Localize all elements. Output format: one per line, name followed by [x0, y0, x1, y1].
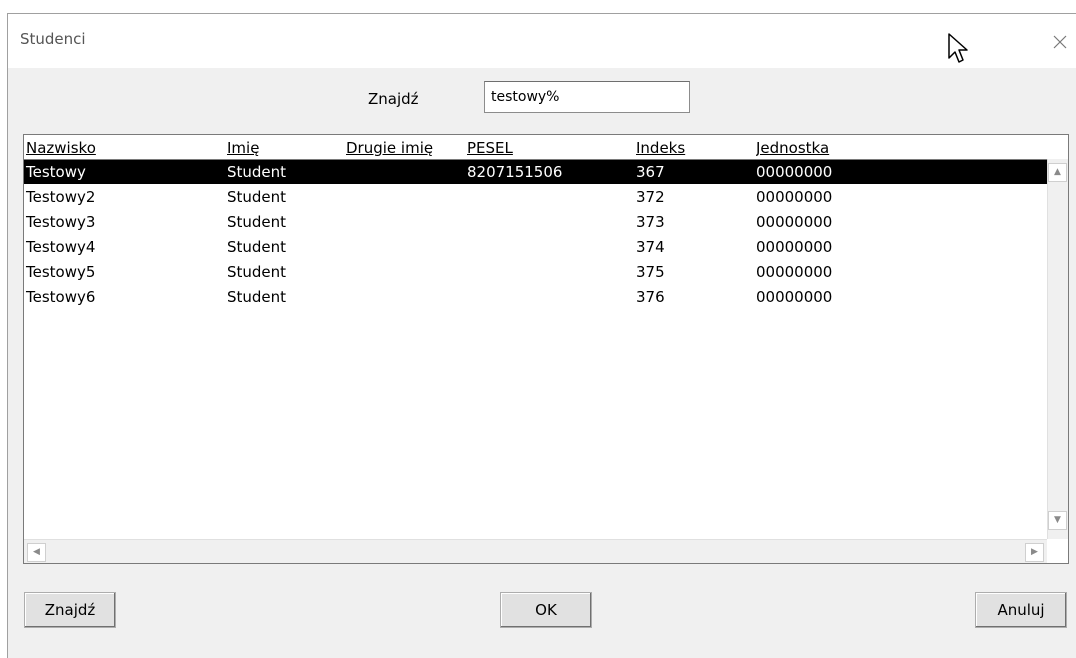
scroll-up-button[interactable]: ▲: [1048, 163, 1067, 182]
column-header-pesel[interactable]: PESEL: [467, 139, 627, 157]
table-row[interactable]: Testowy6 Student 376 00000000: [24, 285, 1047, 309]
first-name-cell: Student: [227, 213, 287, 231]
scroll-left-button[interactable]: ◀: [27, 543, 46, 562]
search-input[interactable]: [484, 81, 690, 113]
students-dialog: Studenci Znajdź Nazwisko Imię Drugie imi…: [8, 14, 1076, 658]
column-header-first-name[interactable]: Imię: [227, 139, 337, 157]
unit-cell: 00000000: [756, 238, 833, 256]
vertical-scrollbar[interactable]: ▲ ▼: [1047, 159, 1068, 539]
first-name-cell: Student: [227, 288, 287, 306]
table-row[interactable]: Testowy3 Student 373 00000000: [24, 210, 1047, 234]
pesel-cell: 8207151506: [467, 163, 563, 181]
close-icon: [1053, 35, 1067, 49]
index-cell: 375: [636, 263, 665, 281]
list-header: Nazwisko Imię Drugie imię PESEL Indeks J…: [24, 135, 1068, 160]
index-cell: 372: [636, 188, 665, 206]
index-cell: 376: [636, 288, 665, 306]
surname-cell: Testowy6: [26, 288, 96, 306]
scroll-right-button[interactable]: ▶: [1025, 543, 1044, 562]
unit-cell: 00000000: [756, 213, 833, 231]
unit-cell: 00000000: [756, 188, 833, 206]
window-title: Studenci: [20, 30, 86, 48]
index-cell: 374: [636, 238, 665, 256]
horizontal-scrollbar[interactable]: ◀ ▶: [24, 539, 1047, 563]
surname-cell: Testowy3: [26, 213, 96, 231]
first-name-cell: Student: [227, 163, 287, 181]
surname-cell: Testowy5: [26, 263, 96, 281]
first-name-cell: Student: [227, 238, 287, 256]
search-label: Znajdź: [368, 90, 419, 108]
first-name-cell: Student: [227, 188, 287, 206]
unit-cell: 00000000: [756, 288, 833, 306]
first-name-cell: Student: [227, 263, 287, 281]
close-button[interactable]: [1046, 22, 1074, 58]
unit-cell: 00000000: [756, 263, 833, 281]
cancel-button[interactable]: Anuluj: [975, 592, 1067, 628]
ok-button[interactable]: OK: [500, 592, 592, 628]
column-header-second-name[interactable]: Drugie imię: [346, 139, 452, 157]
title-bar[interactable]: Studenci: [8, 14, 1076, 68]
column-header-surname[interactable]: Nazwisko: [26, 139, 216, 157]
column-header-unit[interactable]: Jednostka: [756, 139, 916, 157]
background-window-edge-left: [0, 13, 8, 658]
table-row[interactable]: Testowy5 Student 375 00000000: [24, 260, 1047, 284]
table-row[interactable]: Testowy Student 8207151506 367 00000000: [24, 160, 1047, 184]
column-header-index[interactable]: Indeks: [636, 139, 746, 157]
index-cell: 373: [636, 213, 665, 231]
surname-cell: Testowy: [26, 163, 86, 181]
background-window-edge: [0, 0, 1076, 14]
students-list[interactable]: Nazwisko Imię Drugie imię PESEL Indeks J…: [23, 134, 1069, 564]
find-button[interactable]: Znajdź: [24, 592, 116, 628]
table-row[interactable]: Testowy2 Student 372 00000000: [24, 185, 1047, 209]
unit-cell: 00000000: [756, 163, 833, 181]
surname-cell: Testowy2: [26, 188, 96, 206]
surname-cell: Testowy4: [26, 238, 96, 256]
table-row[interactable]: Testowy4 Student 374 00000000: [24, 235, 1047, 259]
scroll-down-button[interactable]: ▼: [1048, 511, 1067, 530]
mouse-pointer-icon: [948, 33, 968, 63]
index-cell: 367: [636, 163, 665, 181]
